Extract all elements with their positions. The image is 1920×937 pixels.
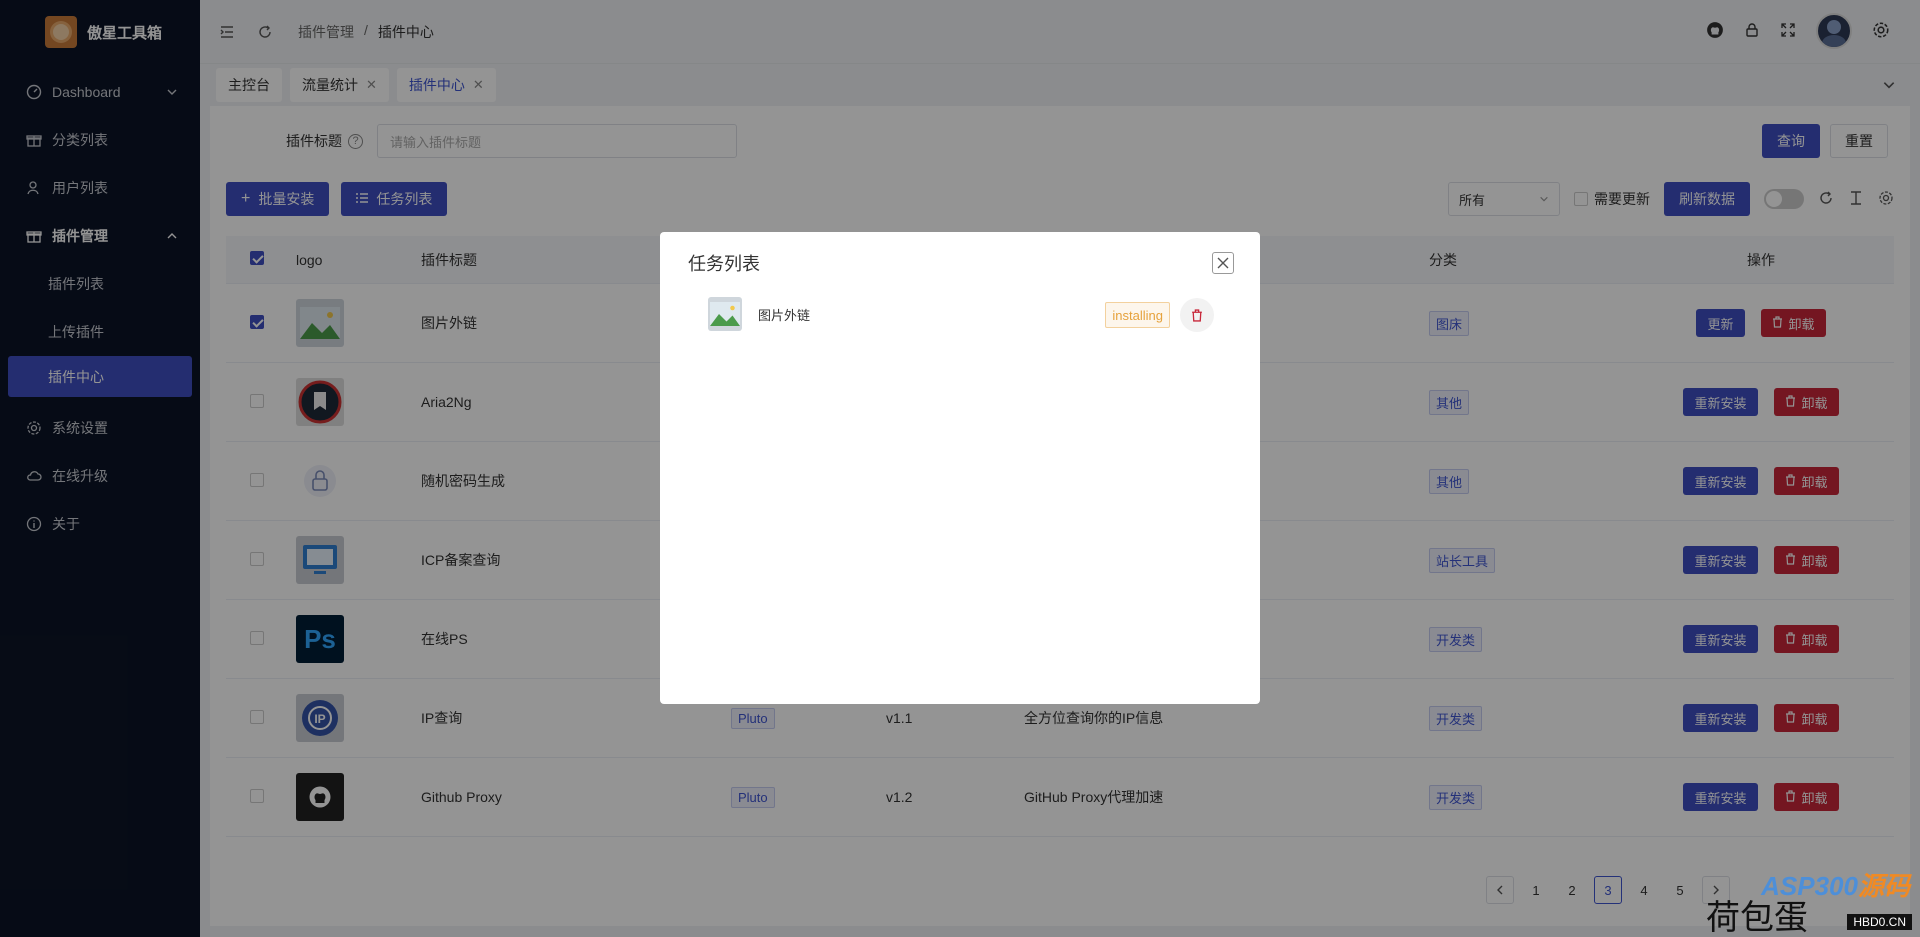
delete-task-button[interactable] bbox=[1180, 298, 1214, 332]
watermark-site-b: 源码 bbox=[1857, 871, 1910, 901]
task-name: 图片外链 bbox=[758, 307, 811, 323]
modal-close-button[interactable] bbox=[1212, 252, 1234, 274]
watermark: ASP300源码 荷包蛋 HBD0.CN bbox=[1700, 860, 1920, 937]
task-list-modal: 任务列表 图片外链 installing bbox=[660, 232, 1260, 704]
task-status-badge: installing bbox=[1105, 302, 1170, 328]
watermark-cn: 荷包蛋 bbox=[1706, 899, 1808, 937]
watermark-sub: HBD0.CN bbox=[1847, 914, 1912, 930]
task-item: 图片外链 installing bbox=[708, 296, 1214, 332]
image-icon bbox=[708, 297, 742, 331]
modal-title: 任务列表 bbox=[688, 254, 760, 274]
